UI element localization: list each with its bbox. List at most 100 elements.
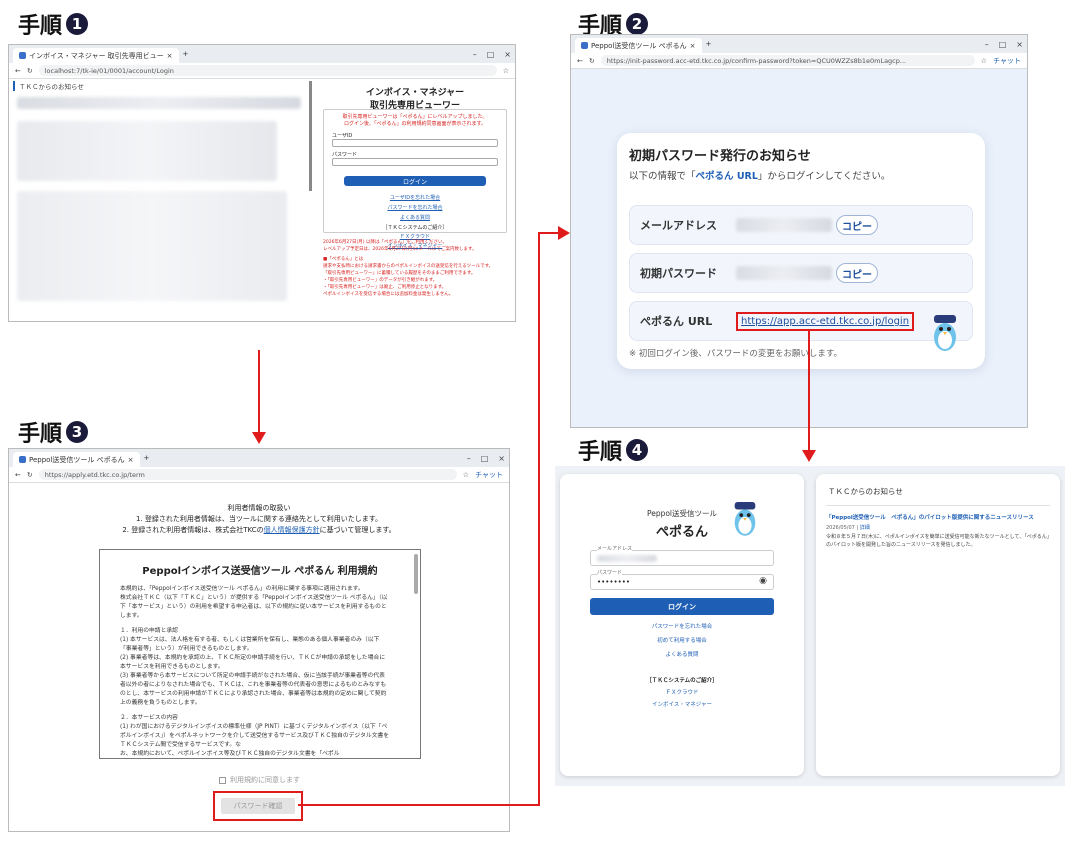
password-card: 初期パスワード発行のお知らせ 以下の情報で「ぺポるん URL」からログインしてく… <box>617 133 985 369</box>
step-4-number: 4 <box>626 439 649 461</box>
mascot-icon <box>730 496 760 538</box>
step-1-number: 1 <box>66 13 89 35</box>
url-field[interactable]: localhost:7/tk-ie/01/0001/account/Login <box>38 65 497 76</box>
user-label: ユーザID <box>332 133 353 139</box>
first-time-link[interactable]: 初めて利用する場合 <box>560 636 804 644</box>
notice-header: ＴＫＣからのお知らせ <box>13 81 305 91</box>
red-notice: 2026年6月27日(月) 以降は「ぺポるん」をご利用ください。 レベルアップ予… <box>323 240 494 297</box>
agree-checkbox-row[interactable]: 利用規約に同意します <box>219 775 300 785</box>
terms-scrollbar[interactable] <box>414 554 418 594</box>
brand-line2: ぺポるん <box>655 525 708 540</box>
reload-icon[interactable]: ↻ <box>27 471 33 479</box>
card-footnote: ※ 初回ログイン後、パスワードの変更をお願いします。 <box>629 349 842 359</box>
forgot-userid-link[interactable]: ユーザIDを忘れた場合 <box>324 194 506 201</box>
browser-window-step2: Peppol送受信ツール ぺポるん × + – □ × ← ↻ https://init… <box>570 34 1028 428</box>
star-icon[interactable]: ☆ <box>503 67 509 75</box>
scrollbar[interactable] <box>309 81 312 191</box>
invoice-manager-link[interactable]: インボイス・マネジャー <box>560 700 804 708</box>
terms-box[interactable]: Peppolインボイス送受信ツール ぺポるん 利用規約 本規約は、「Peppol… <box>99 549 421 759</box>
pepo-url-link[interactable]: ぺポるん URL <box>696 171 758 182</box>
brand-line1: Peppol送受信ツール <box>646 509 718 518</box>
forgot-password-link[interactable]: パスワードを忘れた場合 <box>324 204 506 211</box>
email-row: メールアドレス コピー <box>629 205 973 245</box>
close-tab-icon[interactable]: × <box>690 42 696 50</box>
back-icon[interactable]: ← <box>577 57 583 65</box>
password-input[interactable]: パスワード •••••••• ◉ <box>590 569 774 590</box>
reload-icon[interactable]: ↻ <box>27 67 33 75</box>
card-title: 初期パスワード発行のお知らせ <box>629 149 811 164</box>
faq-link[interactable]: よくある質問 <box>324 214 506 221</box>
browser-tab[interactable]: Peppol送受信ツール ぺポるん × <box>13 452 140 467</box>
terms-body: 本規約は、「Peppolインボイス送受信ツール ぺポるん」の利用に関する事項に適… <box>120 586 390 757</box>
copy-email-button[interactable]: コピー <box>836 215 878 235</box>
initial-password-row: 初期パスワード コピー <box>629 253 973 293</box>
user-id-input[interactable] <box>332 139 498 147</box>
url-field[interactable]: https://init-password.acc-etd.tkc.co.jp/… <box>600 55 975 66</box>
show-password-eye-icon[interactable]: ◉ <box>759 576 767 586</box>
tab-bar: Peppol送受信ツール ぺポるん × + – □ × <box>571 35 1027 53</box>
close-tab-icon[interactable]: × <box>167 52 173 60</box>
back-icon[interactable]: ← <box>15 471 21 479</box>
privacy-policy-link[interactable]: 個人情報保護方針 <box>264 526 320 534</box>
browser-tab[interactable]: インボイス・マネジャー 取引先専用ビュー × <box>13 48 179 63</box>
maximize-icon[interactable]: □ <box>481 454 489 463</box>
login-button[interactable]: ログイン <box>344 176 486 186</box>
new-tab-icon[interactable]: + <box>706 40 712 48</box>
close-window-icon[interactable]: × <box>504 50 511 59</box>
faq-link[interactable]: よくある質問 <box>560 650 804 658</box>
forgot-password-link[interactable]: パスワードを忘れた場合 <box>560 622 804 630</box>
password-confirm-highlight: パスワード確認 <box>213 791 303 821</box>
notice-panel: ＴＫＣからのお知らせ 「Peppol送受信ツール ぺポるん」のパイロット版提供に… <box>816 474 1060 776</box>
arrow-1-to-3-line <box>258 350 260 434</box>
password-confirm-button[interactable]: パスワード確認 <box>221 798 295 814</box>
close-window-icon[interactable]: × <box>1016 40 1023 49</box>
password-input[interactable] <box>332 158 498 166</box>
reload-icon[interactable]: ↻ <box>589 57 595 65</box>
chat-button[interactable]: チャット <box>993 56 1021 66</box>
site-icon <box>581 42 588 49</box>
new-tab-icon[interactable]: + <box>144 454 150 462</box>
user-info-title: 利用者情報の取扱い <box>227 504 291 512</box>
maximize-icon[interactable]: □ <box>999 40 1007 49</box>
blurred-news <box>17 121 277 181</box>
agree-checkbox[interactable] <box>219 776 226 784</box>
tab-bar: インボイス・マネジャー 取引先専用ビュー × + – □ × <box>9 45 515 63</box>
close-window-icon[interactable]: × <box>498 454 505 463</box>
minimize-icon[interactable]: – <box>985 40 989 49</box>
copy-password-button[interactable]: コピー <box>836 263 878 283</box>
login-button[interactable]: ログイン <box>590 598 774 615</box>
maximize-icon[interactable]: □ <box>487 50 495 59</box>
blurred-news <box>17 191 287 301</box>
fx-cloud-link[interactable]: ＦＸクラウド <box>560 688 804 696</box>
password-label: パスワード <box>332 152 358 158</box>
blurred-email <box>597 555 657 562</box>
news-title-link[interactable]: 「Peppol送受信ツール ぺポるん」のパイロット版提供に関するニュースリリース <box>816 506 1060 522</box>
user-info-line1: 1. 登録された利用者情報は、当ツールに関する連絡先として利用いたします。 <box>136 515 382 523</box>
arrow-3-to-2-line <box>298 804 540 806</box>
minimize-icon[interactable]: – <box>467 454 471 463</box>
new-tab-icon[interactable]: + <box>183 50 189 58</box>
terms-title: Peppolインボイス送受信ツール ぺポるん 利用規約 <box>142 566 378 577</box>
url-row: ぺポるん URL https://app.acc-etd.tkc.co.jp/l… <box>629 301 973 341</box>
blurred-password <box>736 266 832 280</box>
minimize-icon[interactable]: – <box>473 50 477 59</box>
email-input[interactable]: メールアドレス <box>590 545 774 566</box>
close-tab-icon[interactable]: × <box>128 456 134 464</box>
red-message: 取引先専用ビューワーは「ぺポるん」にレベルアップしました。 <box>342 114 488 120</box>
news-detail-link[interactable]: 詳細 <box>860 525 870 531</box>
browser-tab[interactable]: Peppol送受信ツール ぺポるん × <box>575 38 702 53</box>
browser-window-step1: インボイス・マネジャー 取引先専用ビュー × + – □ × ← ↻ localhost… <box>8 44 516 322</box>
red-message: ログイン後、「ぺポるん」の利用規約同意画面が表示されます。 <box>343 121 486 127</box>
star-icon[interactable]: ☆ <box>463 471 469 479</box>
login-pane: インボイス・マネジャー 取引先専用ビューワー 取引先専用ビューワーは「ぺポるん」… <box>317 81 513 317</box>
url-field[interactable]: https://apply.etd.tkc.co.jp/term <box>38 469 457 480</box>
pepo-url-value[interactable]: https://app.acc-etd.tkc.co.jp/login <box>736 311 915 331</box>
card-subtitle: 以下の情報で「ぺポるん URL」からログインしてください。 <box>629 171 891 182</box>
step-3-label: 手順 3 <box>18 416 89 448</box>
chat-button[interactable]: チャット <box>475 470 503 480</box>
tkc-intro: ［ＴＫＣシステムのご紹介］ <box>646 678 718 684</box>
news-meta: 2026/05/07 | 詳細 <box>826 525 870 531</box>
back-icon[interactable]: ← <box>15 67 21 75</box>
star-icon[interactable]: ☆ <box>981 57 987 65</box>
tab-bar: Peppol送受信ツール ぺポるん × + – □ × <box>9 449 509 467</box>
